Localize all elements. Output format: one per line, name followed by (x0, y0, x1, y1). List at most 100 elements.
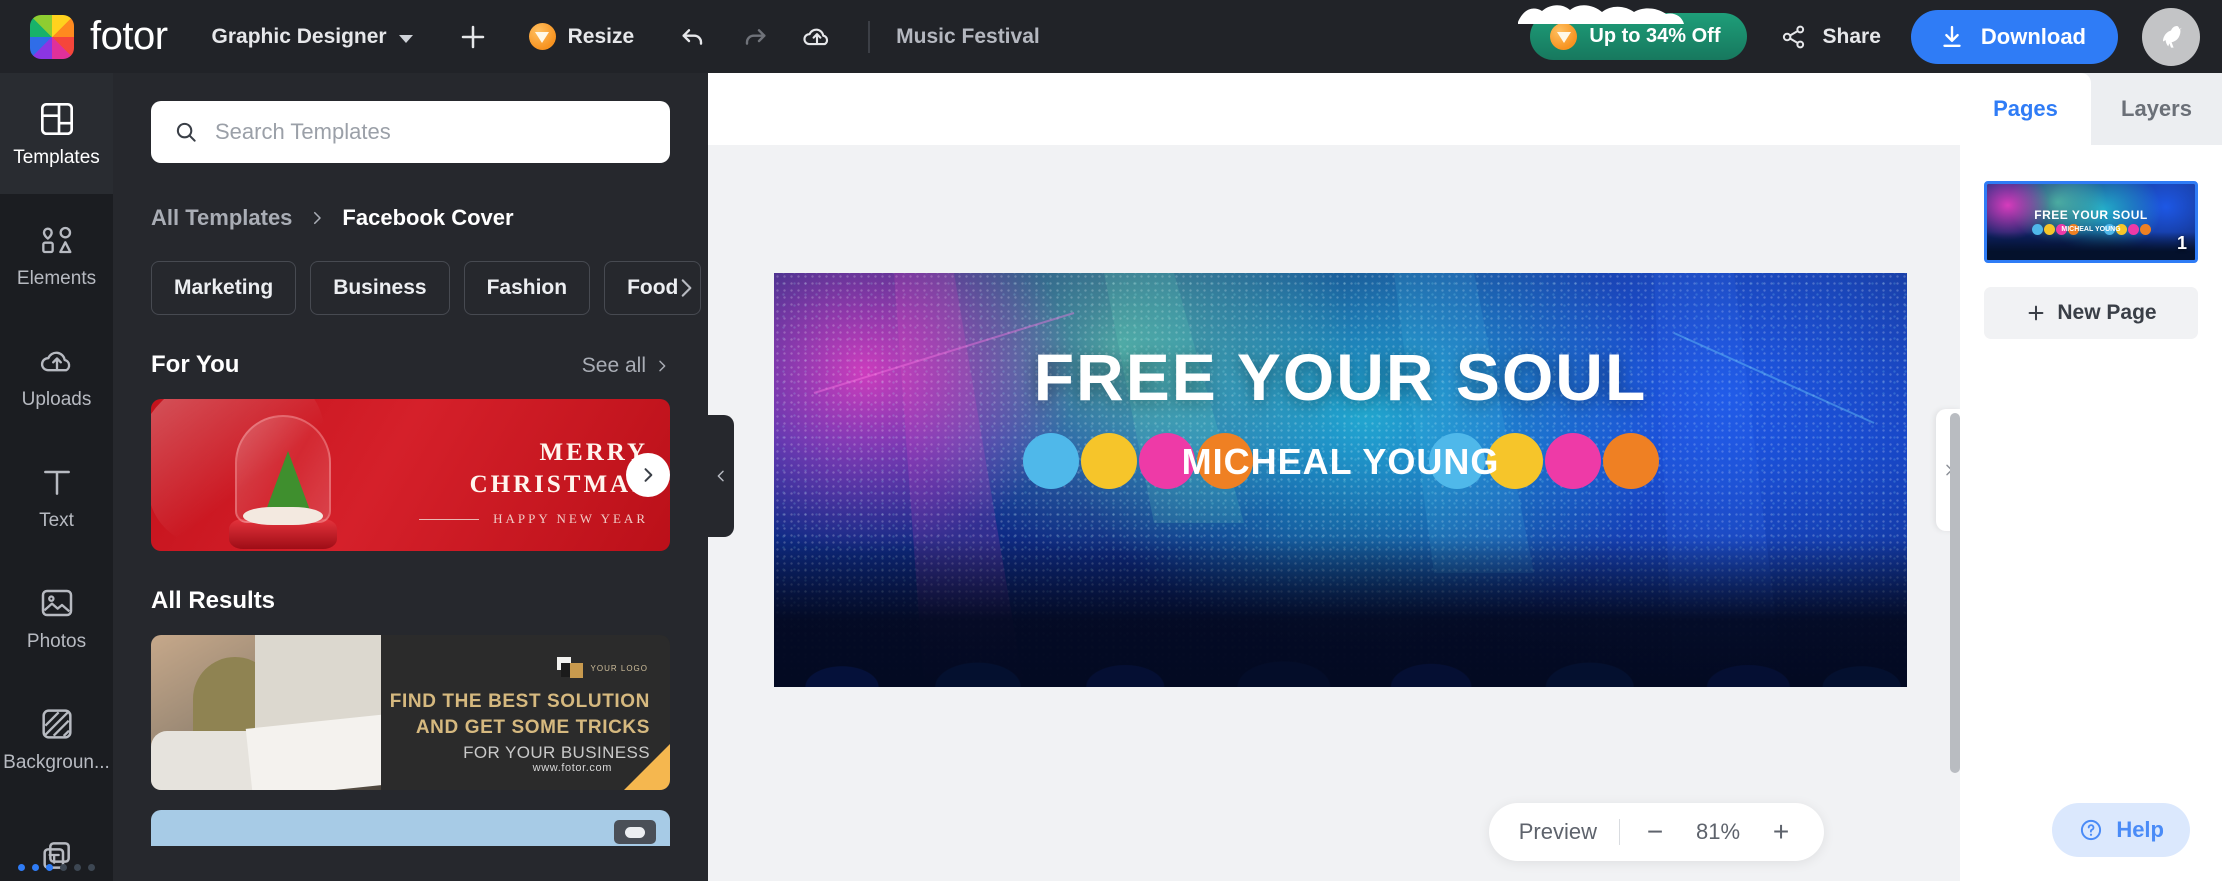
sidebar-item-label: Templates (13, 146, 100, 168)
search-templates-field[interactable]: Search Templates (151, 101, 670, 163)
sidebar-item-label: Photos (26, 630, 87, 652)
page-thumbnail-crowd (1987, 232, 2195, 260)
new-page-label: New Page (2057, 301, 2157, 324)
right-panel-tabs: Pages Layers (1960, 73, 2222, 145)
app-switcher[interactable]: Graphic Designer (212, 0, 413, 73)
rail-dot (32, 864, 39, 871)
share-label: Share (1822, 24, 1881, 48)
zoom-in-button[interactable]: + (1768, 816, 1794, 848)
fotor-editor-window: fotor Graphic Designer Resize Music Fest… (0, 0, 2222, 881)
chips-next-button[interactable] (673, 273, 699, 308)
sidebar-item-label: Uploads (21, 388, 92, 410)
template-line-1: MERRY (539, 439, 648, 466)
template-thumbnail: YOUR LOGO FIND THE BEST SOLUTION AND GET… (151, 635, 670, 790)
brand-logo[interactable]: fotor (30, 14, 168, 59)
sidebar-item-label: Elements (16, 267, 97, 289)
undo-button[interactable] (668, 12, 718, 62)
design-canvas[interactable]: FREE YOUR SOUL MICHEAL YOUNG (774, 273, 1907, 687)
download-button[interactable]: Download (1910, 9, 2118, 64)
breadcrumb-root[interactable]: All Templates (151, 205, 292, 231)
chevron-left-icon (717, 470, 724, 482)
top-toolbar: fotor Graphic Designer Resize Music Fest… (0, 0, 2222, 73)
user-avatar[interactable] (2142, 7, 2200, 66)
app-switcher-label: Graphic Designer (211, 24, 387, 48)
top-toolbar-right: Up to 34% Off Share Download (1518, 5, 2200, 66)
template-line-2: AND GET SOME TRICKS (415, 717, 650, 738)
promo-label: Up to 34% Off (1589, 25, 1721, 47)
resize-label: Resize (567, 24, 635, 48)
category-chips: Marketing Business Fashion Food (151, 261, 702, 315)
shapes-icon (41, 226, 72, 253)
sidebar-item-background[interactable]: Backgroun... (0, 678, 113, 799)
redo-button[interactable] (730, 12, 780, 62)
rule-decoration (419, 518, 480, 520)
sidebar-item-label: Text (39, 509, 74, 531)
tab-layers[interactable]: Layers (2091, 73, 2222, 145)
promo-discount-button[interactable]: Up to 34% Off (1518, 5, 1747, 60)
tab-pages[interactable]: Pages (1960, 73, 2091, 145)
chevron-right-icon (314, 211, 322, 225)
template-badge (614, 820, 656, 844)
new-page-button[interactable]: New Page (1984, 287, 2198, 339)
snow-globe-graphic (223, 415, 343, 549)
cloud-upload-icon (803, 28, 829, 45)
document-title[interactable]: Music Festival (896, 25, 1040, 49)
template-card-christmas[interactable]: MERRY CHRISTMAS HAPPY NEW YEAR (151, 399, 670, 551)
page-thumbnail-1[interactable]: FREE YOUR SOUL MICHEAL YOUNG 1 (1984, 181, 2198, 263)
section-header-all-results: All Results (151, 587, 670, 615)
template-text-block: FIND THE BEST SOLUTION AND GET SOME TRIC… (390, 691, 650, 763)
search-placeholder: Search Templates (215, 119, 391, 144)
template-photo (151, 635, 381, 790)
rail-dot (46, 864, 53, 871)
chip-business[interactable]: Business (310, 261, 450, 315)
cloud-save-button[interactable] (792, 12, 842, 62)
breadcrumb: All Templates Facebook Cover (151, 205, 708, 231)
template-text-side: YOUR LOGO FIND THE BEST SOLUTION AND GET… (381, 635, 670, 790)
sidebar-item-uploads[interactable]: Uploads (0, 315, 113, 436)
template-line-3-wrap: HAPPY NEW YEAR (419, 511, 648, 527)
zoom-out-button[interactable]: − (1642, 816, 1668, 848)
template-line-3: FOR YOUR BUSINESS (463, 743, 650, 762)
see-all-link[interactable]: See all (582, 354, 670, 378)
photo-icon (41, 589, 72, 616)
carousel-next-button[interactable] (626, 453, 670, 497)
section-header-for-you: For You See all (151, 351, 670, 379)
question-circle-icon (2081, 819, 2102, 841)
brand-name: fotor (90, 14, 168, 58)
section-title: All Results (151, 587, 276, 614)
section-title: For You (151, 351, 240, 378)
fotor-logo-icon (30, 14, 74, 59)
chip-marketing[interactable]: Marketing (151, 261, 297, 315)
template-thumbnail: MERRY CHRISTMAS HAPPY NEW YEAR (151, 399, 670, 551)
share-button[interactable]: Share (1779, 22, 1881, 52)
chip-fashion[interactable]: Fashion (463, 261, 591, 315)
toolbar-divider (868, 20, 871, 53)
template-card-business[interactable]: YOUR LOGO FIND THE BEST SOLUTION AND GET… (151, 635, 670, 790)
collapse-panel-button[interactable] (708, 415, 734, 537)
logo-mark-icon (556, 657, 583, 679)
template-url: www.fotor.com (532, 762, 612, 774)
sidebar-item-elements[interactable]: Elements (0, 194, 113, 315)
canvas-top-strip (708, 73, 1960, 145)
template-card-partial[interactable] (151, 810, 670, 846)
design-subtitle-text[interactable]: MICHEAL YOUNG (774, 441, 1907, 483)
cloud-upload-icon (40, 351, 70, 371)
page-thumbnail-title: FREE YOUR SOUL (2034, 208, 2148, 222)
add-page-button[interactable] (451, 15, 495, 59)
text-t-icon (43, 470, 70, 495)
rail-dot (88, 864, 95, 871)
sidebar-item-templates[interactable]: Templates (0, 73, 113, 194)
page-thumbnail-subtitle: MICHEAL YOUNG (2061, 226, 2121, 233)
design-title-text[interactable]: FREE YOUR SOUL (774, 339, 1907, 415)
canvas-area[interactable]: FREE YOUR SOUL MICHEAL YOUNG Preview − 8… (708, 73, 1962, 881)
sidebar-item-label: Backgroun... (3, 751, 110, 773)
breadcrumb-current: Facebook Cover (342, 205, 514, 230)
canvas-scrollbar[interactable] (1950, 413, 1960, 773)
corner-accent-decoration (624, 744, 670, 790)
help-button[interactable]: Help (2052, 803, 2190, 857)
preview-button[interactable]: Preview (1519, 819, 1597, 845)
rail-dot (74, 864, 81, 871)
sidebar-item-text[interactable]: Text (0, 436, 113, 557)
sidebar-item-photos[interactable]: Photos (0, 557, 113, 678)
resize-button[interactable]: Resize (528, 0, 635, 73)
